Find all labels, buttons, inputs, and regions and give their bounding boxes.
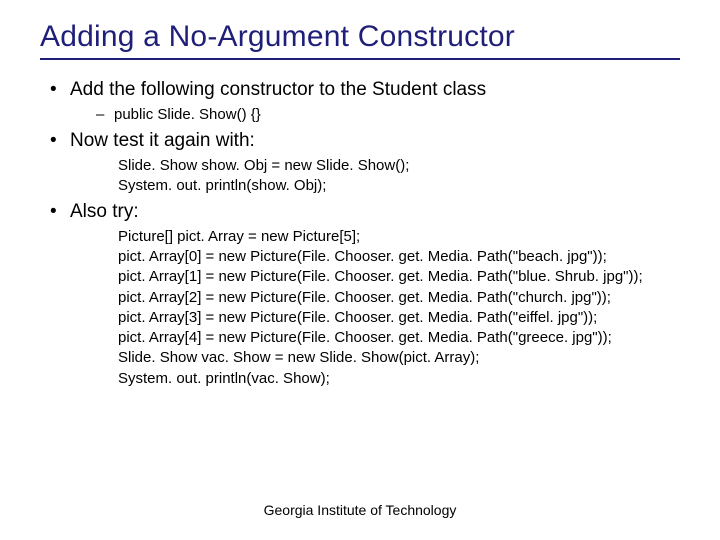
slide: Adding a No-Argument Constructor Add the…	[0, 0, 720, 540]
bullet-3: Also try: Picture[] pict. Array = new Pi…	[46, 200, 680, 389]
code-line: pict. Array[0] = new Picture(File. Choos…	[118, 247, 680, 267]
bullet-1-sublist: public Slide. Show() {}	[96, 105, 680, 125]
bullet-1-text: Add the following constructor to the Stu…	[70, 79, 486, 100]
bullet-2-code: Slide. Show show. Obj = new Slide. Show(…	[118, 156, 680, 197]
bullet-list: Add the following constructor to the Stu…	[46, 78, 680, 389]
code-line: Slide. Show vac. Show = new Slide. Show(…	[118, 348, 680, 368]
bullet-3-text: Also try:	[70, 201, 139, 222]
footer-text: Georgia Institute of Technology	[0, 502, 720, 518]
bullet-1-sub: public Slide. Show() {}	[96, 105, 680, 125]
code-line: System. out. println(show. Obj);	[118, 176, 680, 196]
slide-title: Adding a No-Argument Constructor	[40, 20, 680, 60]
code-line: System. out. println(vac. Show);	[118, 369, 680, 389]
code-line: Slide. Show show. Obj = new Slide. Show(…	[118, 156, 680, 176]
code-line: pict. Array[2] = new Picture(File. Choos…	[118, 288, 680, 308]
code-line: pict. Array[4] = new Picture(File. Choos…	[118, 328, 680, 348]
bullet-1: Add the following constructor to the Stu…	[46, 78, 680, 125]
bullet-2: Now test it again with: Slide. Show show…	[46, 129, 680, 196]
bullet-3-code: Picture[] pict. Array = new Picture[5]; …	[118, 227, 680, 389]
code-line: pict. Array[3] = new Picture(File. Choos…	[118, 308, 680, 328]
bullet-2-text: Now test it again with:	[70, 130, 255, 151]
code-line: pict. Array[1] = new Picture(File. Choos…	[118, 267, 680, 287]
code-line: Picture[] pict. Array = new Picture[5];	[118, 227, 680, 247]
